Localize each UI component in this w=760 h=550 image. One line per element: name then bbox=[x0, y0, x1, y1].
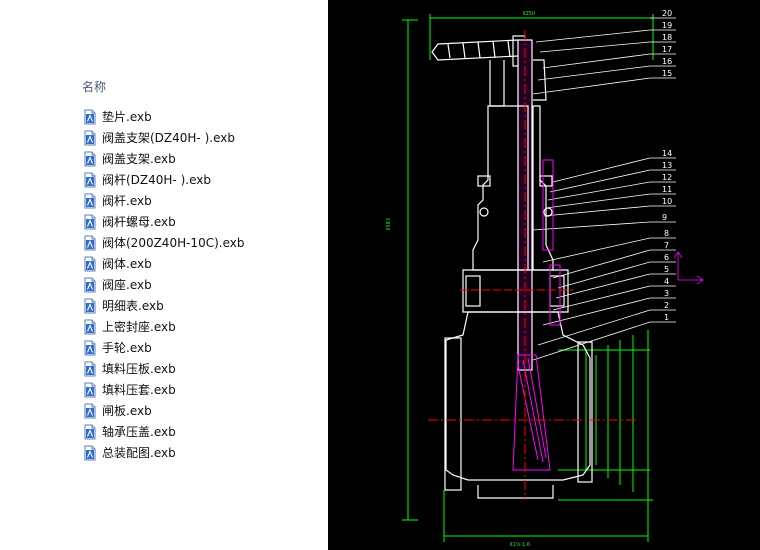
file-name: 填料压套.exb bbox=[102, 383, 176, 397]
exb-file-icon bbox=[82, 361, 98, 377]
part-number-label: 20 bbox=[662, 9, 672, 18]
file-item[interactable]: 阀盖支架.exb bbox=[82, 148, 244, 169]
part-number-label: 4 bbox=[664, 277, 669, 286]
svg-text:Ⅱ250: Ⅱ250 bbox=[523, 11, 535, 17]
exb-file-icon bbox=[82, 256, 98, 272]
exb-file-icon bbox=[82, 382, 98, 398]
file-item[interactable]: 垫片.exb bbox=[82, 106, 244, 127]
exb-file-icon bbox=[82, 340, 98, 356]
file-name: 阀座.exb bbox=[102, 278, 152, 292]
exb-file-icon bbox=[82, 319, 98, 335]
file-name: 阀杆螺母.exb bbox=[102, 215, 176, 229]
file-item[interactable]: 阀杆螺母.exb bbox=[82, 211, 244, 232]
file-item[interactable]: 阀盖支架(DZ40H- ).exb bbox=[82, 127, 244, 148]
file-name: 阀体.exb bbox=[102, 257, 152, 271]
file-item[interactable]: 总装配图.exb bbox=[82, 442, 244, 463]
file-item[interactable]: 阀杆.exb bbox=[82, 190, 244, 211]
cad-drawing-view[interactable]: Ⅱ250 Ⅱ1⅞ 1.6 Ⅱ583 20 19 18 17 16 15 14 1… bbox=[328, 0, 760, 550]
part-number-label: 2 bbox=[664, 301, 669, 310]
svg-text:Ⅱ583: Ⅱ583 bbox=[386, 218, 392, 230]
part-number-label: 12 bbox=[662, 173, 672, 182]
part-number-label: 10 bbox=[662, 197, 672, 206]
handwheel bbox=[431, 35, 526, 107]
exb-file-icon bbox=[82, 445, 98, 461]
part-number-label: 9 bbox=[662, 213, 667, 222]
exb-file-icon bbox=[82, 298, 98, 314]
file-item[interactable]: 填料压板.exb bbox=[82, 358, 244, 379]
exb-file-icon bbox=[82, 172, 98, 188]
part-number-label: 19 bbox=[662, 21, 672, 30]
file-name: 上密封座.exb bbox=[102, 320, 176, 334]
file-item[interactable]: 上密封座.exb bbox=[82, 316, 244, 337]
exb-file-icon bbox=[82, 109, 98, 125]
file-name: 轴承压盖.exb bbox=[102, 425, 176, 439]
svg-text:Ⅱ1⅞ 1.6: Ⅱ1⅞ 1.6 bbox=[510, 542, 530, 548]
column-header-name[interactable]: 名称 bbox=[82, 78, 106, 95]
file-name: 手轮.exb bbox=[102, 341, 152, 355]
exb-file-icon bbox=[82, 235, 98, 251]
part-number-label: 17 bbox=[662, 45, 672, 54]
file-name: 阀杆.exb bbox=[102, 194, 152, 208]
file-item[interactable]: 阀杆(DZ40H- ).exb bbox=[82, 169, 244, 190]
file-name: 阀盖支架(DZ40H- ).exb bbox=[102, 131, 235, 145]
exb-file-icon bbox=[82, 130, 98, 146]
file-name: 闸板.exb bbox=[102, 404, 152, 418]
part-number-label: 16 bbox=[662, 57, 672, 66]
part-number-label: 14 bbox=[662, 149, 672, 158]
file-item[interactable]: 阀座.exb bbox=[82, 274, 244, 295]
file-name: 填料压板.exb bbox=[102, 362, 176, 376]
part-number-label: 11 bbox=[662, 185, 672, 194]
ucs-axis-icon bbox=[673, 251, 704, 285]
exb-file-icon bbox=[82, 193, 98, 209]
file-item[interactable]: 阀体.exb bbox=[82, 253, 244, 274]
file-list-panel: 名称 垫片.exb 阀盖支架(DZ40H- ).exb 阀盖支架.exb 阀杆(DZ4… bbox=[0, 0, 328, 550]
part-number-leaders bbox=[532, 17, 676, 361]
valve-stem-and-yoke bbox=[472, 39, 554, 371]
file-item[interactable]: 手轮.exb bbox=[82, 337, 244, 358]
part-numbers: 20 19 18 17 16 15 14 13 12 11 10 9 8 7 6… bbox=[662, 9, 672, 322]
part-number-label: 3 bbox=[664, 289, 669, 298]
file-item[interactable]: 闸板.exb bbox=[82, 400, 244, 421]
part-number-label: 1 bbox=[664, 313, 669, 322]
exb-file-icon bbox=[82, 214, 98, 230]
part-number-label: 18 bbox=[662, 33, 672, 42]
part-number-label: 5 bbox=[664, 265, 669, 274]
file-name: 阀体(200Z40H-10C).exb bbox=[102, 236, 245, 250]
file-item[interactable]: 明细表.exb bbox=[82, 295, 244, 316]
file-name: 阀盖支架.exb bbox=[102, 152, 176, 166]
exb-file-icon bbox=[82, 424, 98, 440]
file-name: 总装配图.exb bbox=[102, 446, 176, 460]
file-name: 垫片.exb bbox=[102, 110, 152, 124]
exb-file-icon bbox=[82, 277, 98, 293]
file-name: 明细表.exb bbox=[102, 299, 164, 313]
part-number-label: 7 bbox=[664, 241, 669, 250]
file-item[interactable]: 阀体(200Z40H-10C).exb bbox=[82, 232, 244, 253]
part-number-label: 6 bbox=[664, 253, 669, 262]
gate-valve-assembly-drawing: Ⅱ250 Ⅱ1⅞ 1.6 Ⅱ583 20 19 18 17 16 15 14 1… bbox=[386, 9, 704, 548]
part-number-label: 15 bbox=[662, 69, 672, 78]
file-item[interactable]: 轴承压盖.exb bbox=[82, 421, 244, 442]
exb-file-icon bbox=[82, 151, 98, 167]
file-name: 阀杆(DZ40H- ).exb bbox=[102, 173, 211, 187]
exb-file-icon bbox=[82, 403, 98, 419]
file-list: 垫片.exb 阀盖支架(DZ40H- ).exb 阀盖支架.exb 阀杆(DZ40H-… bbox=[82, 106, 244, 463]
part-number-label: 13 bbox=[662, 161, 672, 170]
file-item[interactable]: 填料压套.exb bbox=[82, 379, 244, 400]
part-number-label: 8 bbox=[664, 229, 669, 238]
